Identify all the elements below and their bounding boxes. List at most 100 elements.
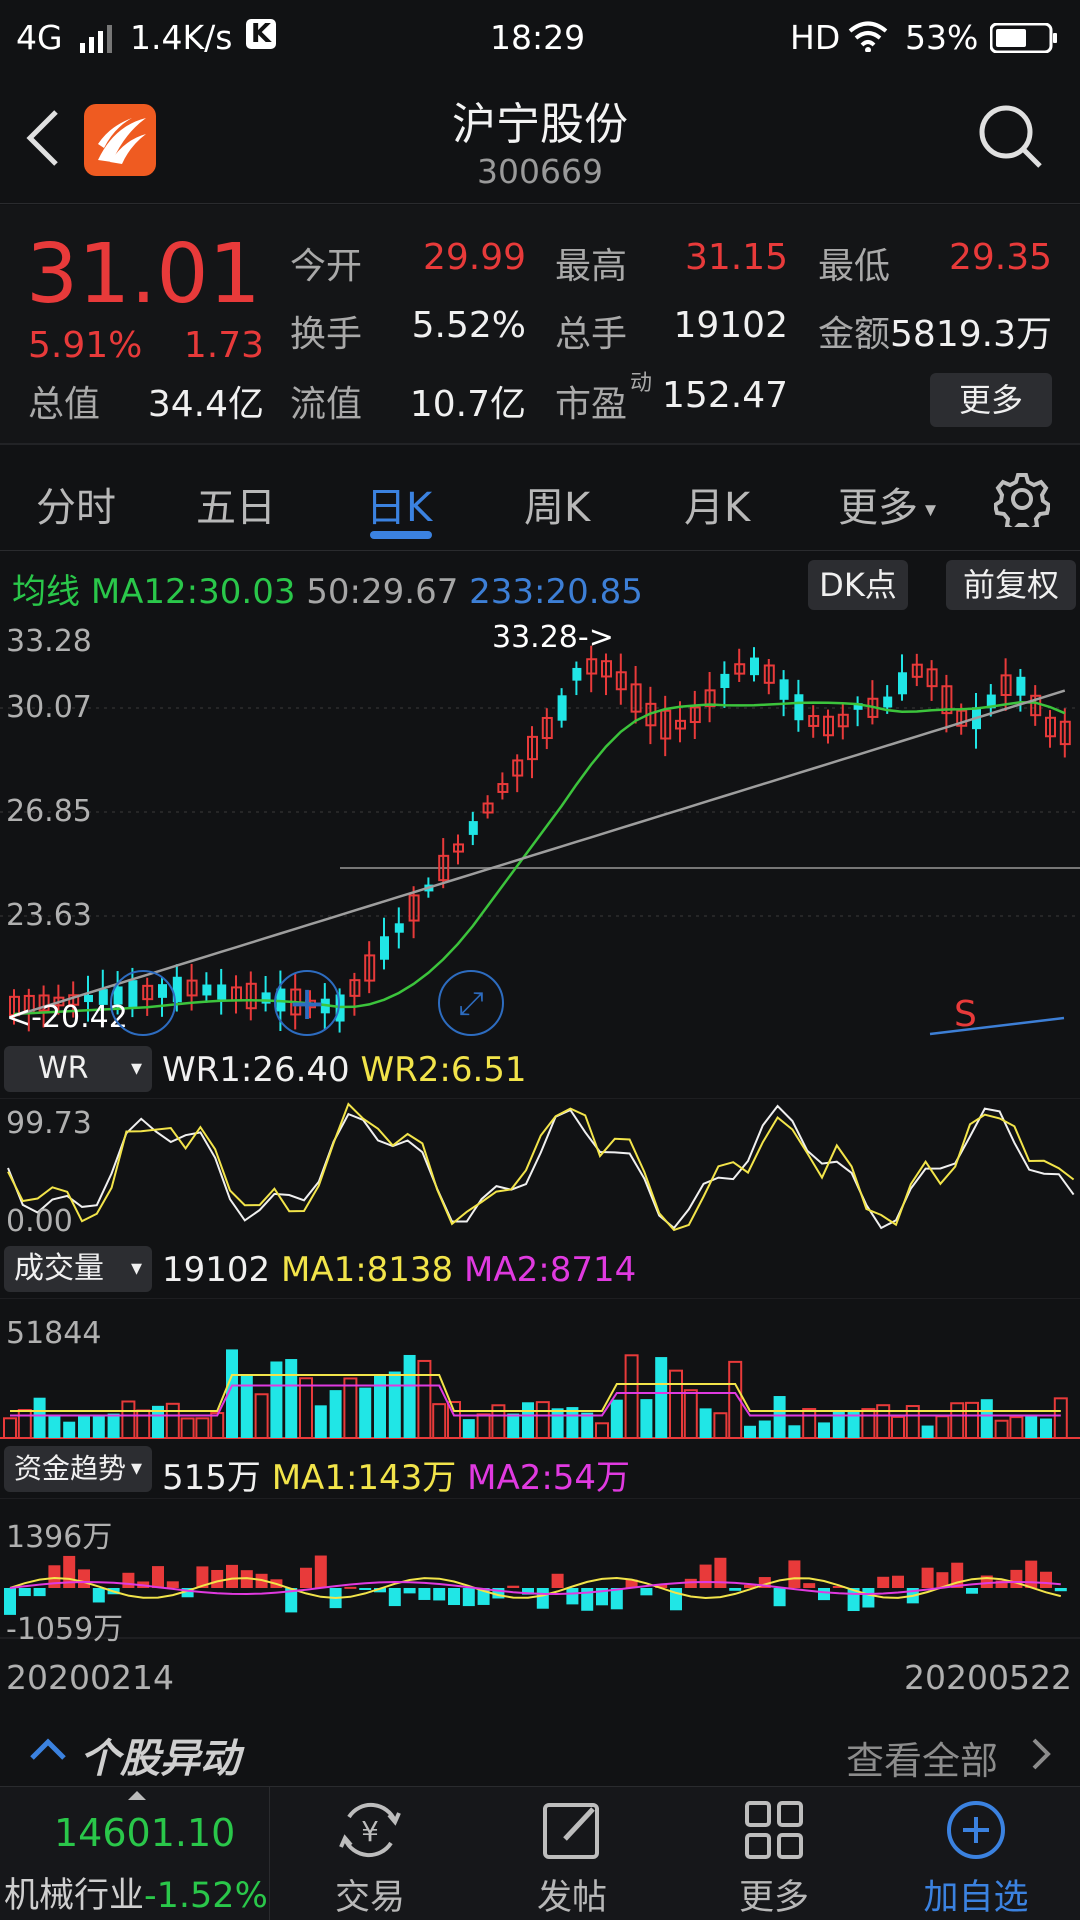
candle-down bbox=[261, 992, 271, 1004]
volume-bar-down bbox=[285, 1359, 298, 1438]
volume-bar-down bbox=[551, 1408, 564, 1438]
net-speed: 1.4K/s bbox=[130, 18, 233, 57]
fund-chart[interactable] bbox=[0, 1498, 1080, 1640]
more-quote-button[interactable]: 更多 bbox=[930, 373, 1052, 427]
fund-bar-inflow bbox=[921, 1567, 934, 1588]
tab-more-label: 更多 bbox=[838, 485, 918, 531]
turnover-label: 换手 bbox=[290, 314, 363, 355]
fund-selector[interactable]: 资金趋势 ▾ bbox=[4, 1446, 152, 1492]
period-tabs: 分时 五日 日K 周K 月K 更多 ▾ bbox=[0, 447, 1080, 551]
vol-y-max: 51844 bbox=[6, 1316, 102, 1351]
fund-bar-outflow bbox=[818, 1588, 830, 1601]
fund-bar-inflow bbox=[714, 1557, 727, 1588]
industry-index[interactable]: 14601.10 机械行业-1.52% bbox=[0, 1787, 270, 1920]
volume-bar-down bbox=[610, 1399, 623, 1438]
nav-trade[interactable]: ¥ 交易 bbox=[270, 1787, 470, 1920]
fund-bar-outflow bbox=[403, 1588, 416, 1594]
sell-signal[interactable]: S bbox=[954, 994, 977, 1035]
fund-bar-outflow bbox=[640, 1588, 653, 1596]
vol-ma1-value: MA1:8138 bbox=[280, 1250, 454, 1290]
adjust-button[interactable]: 前复权 bbox=[946, 560, 1076, 610]
volume-bar-up bbox=[595, 1422, 609, 1439]
zoom-in-icon[interactable]: + bbox=[274, 970, 340, 1036]
view-all-link[interactable]: 查看全部 bbox=[846, 1730, 998, 1785]
ma-row: 均线 MA12:30.03 50:29.67 233:20.85 bbox=[12, 564, 643, 613]
volume-bar-down bbox=[522, 1402, 534, 1438]
volume-selector-label: 成交量 bbox=[14, 1251, 104, 1286]
volume-bar-up bbox=[1009, 1416, 1024, 1439]
volume-bar-up bbox=[195, 1417, 210, 1440]
fund-bar-inflow bbox=[122, 1572, 135, 1588]
search-icon[interactable] bbox=[976, 102, 1046, 176]
volume-bar-up bbox=[432, 1403, 447, 1439]
change-percent: 5.91% bbox=[28, 325, 143, 366]
fund-values: 515万 MA1:143万 MA2:54万 bbox=[162, 1450, 630, 1499]
wr-chart[interactable] bbox=[0, 1098, 1080, 1240]
volume-bar-up bbox=[994, 1419, 1009, 1440]
wr1-value: WR1:26.40 bbox=[162, 1050, 350, 1090]
tab-weekly-k[interactable]: 周K bbox=[524, 475, 590, 533]
candle-down bbox=[557, 695, 567, 721]
kline-chart[interactable] bbox=[0, 616, 1080, 1036]
volume-bar-up bbox=[861, 1408, 876, 1439]
candle-down bbox=[750, 657, 759, 676]
fund-bar-inflow bbox=[1010, 1569, 1023, 1588]
wr2-value: WR2:6.51 bbox=[360, 1050, 527, 1090]
volume-bar-down bbox=[388, 1371, 401, 1438]
fund-bar-inflow bbox=[166, 1581, 179, 1588]
nav-post[interactable]: 发帖 bbox=[472, 1787, 672, 1920]
fullscreen-icon[interactable]: ⤢ bbox=[438, 970, 504, 1036]
chevron-up-icon[interactable] bbox=[28, 1734, 68, 1768]
svg-text:¥: ¥ bbox=[361, 1815, 379, 1848]
chevron-right-icon[interactable] bbox=[1030, 1736, 1054, 1776]
candle-down bbox=[468, 821, 478, 835]
nav-trade-label: 交易 bbox=[334, 1878, 405, 1918]
wr-selector[interactable]: WR ▾ bbox=[4, 1046, 152, 1092]
ma12-value: MA12:30.03 bbox=[90, 572, 296, 612]
volume-bar-down bbox=[758, 1420, 771, 1438]
fund-bar-outflow bbox=[448, 1588, 460, 1606]
wr-selector-label: WR bbox=[38, 1051, 89, 1086]
volume-bar-down bbox=[1025, 1415, 1038, 1438]
volume-bar-down bbox=[773, 1396, 786, 1438]
trade-icon: ¥ bbox=[339, 1802, 401, 1858]
pe-label: 市盈 bbox=[555, 384, 628, 425]
fund-bar-outflow bbox=[566, 1588, 579, 1605]
volume-value: 19102 bbox=[673, 305, 788, 346]
volume-bar-down bbox=[655, 1357, 668, 1438]
tab-five-day[interactable]: 五日 bbox=[196, 475, 276, 533]
volume-bar-down bbox=[403, 1354, 416, 1438]
tab-daily-k[interactable]: 日K bbox=[366, 475, 432, 533]
volume-bar-up bbox=[210, 1412, 225, 1439]
volume-bar-down bbox=[48, 1415, 61, 1438]
nav-add-watchlist-label: 加自选 bbox=[923, 1878, 1029, 1918]
compose-icon bbox=[543, 1803, 599, 1859]
fund-bar-outflow bbox=[462, 1588, 475, 1607]
volume-bar-down bbox=[640, 1399, 653, 1438]
gear-icon[interactable] bbox=[992, 471, 1052, 533]
volume-selector[interactable]: 成交量 ▾ bbox=[4, 1246, 152, 1292]
nav-add-watchlist[interactable]: 加自选 bbox=[876, 1787, 1076, 1920]
volume-bar-down bbox=[788, 1425, 801, 1438]
zoom-out-icon[interactable] bbox=[110, 970, 176, 1036]
pe-dynamic-mark: 动 bbox=[630, 371, 653, 396]
stock-alert-strip[interactable]: 个股异动 查看全部 bbox=[0, 1718, 1080, 1786]
high-label: 最高 bbox=[555, 246, 628, 287]
nav-more[interactable]: 更多 bbox=[674, 1787, 874, 1920]
volume-bar-up bbox=[417, 1359, 432, 1439]
volume-bar-down bbox=[507, 1413, 520, 1438]
candle-down bbox=[720, 673, 730, 689]
fund-bar-outflow bbox=[966, 1588, 978, 1594]
fund-bar-inflow bbox=[300, 1567, 312, 1588]
volume-chart[interactable] bbox=[0, 1298, 1080, 1440]
dk-point-button[interactable]: DK点 bbox=[808, 560, 908, 610]
open-value: 29.99 bbox=[422, 237, 526, 278]
tab-monthly-k[interactable]: 月K bbox=[684, 475, 750, 533]
tab-more[interactable]: 更多 ▾ bbox=[838, 475, 936, 533]
volume-bar-up bbox=[891, 1415, 905, 1440]
tab-intraday[interactable]: 分时 bbox=[36, 475, 116, 533]
mktcap-label: 总值 bbox=[28, 384, 101, 425]
vol-ma2-value: MA2:8714 bbox=[464, 1250, 637, 1290]
fund-bar-inflow bbox=[803, 1583, 816, 1588]
amount-value: 5819.3万 bbox=[890, 314, 1052, 355]
